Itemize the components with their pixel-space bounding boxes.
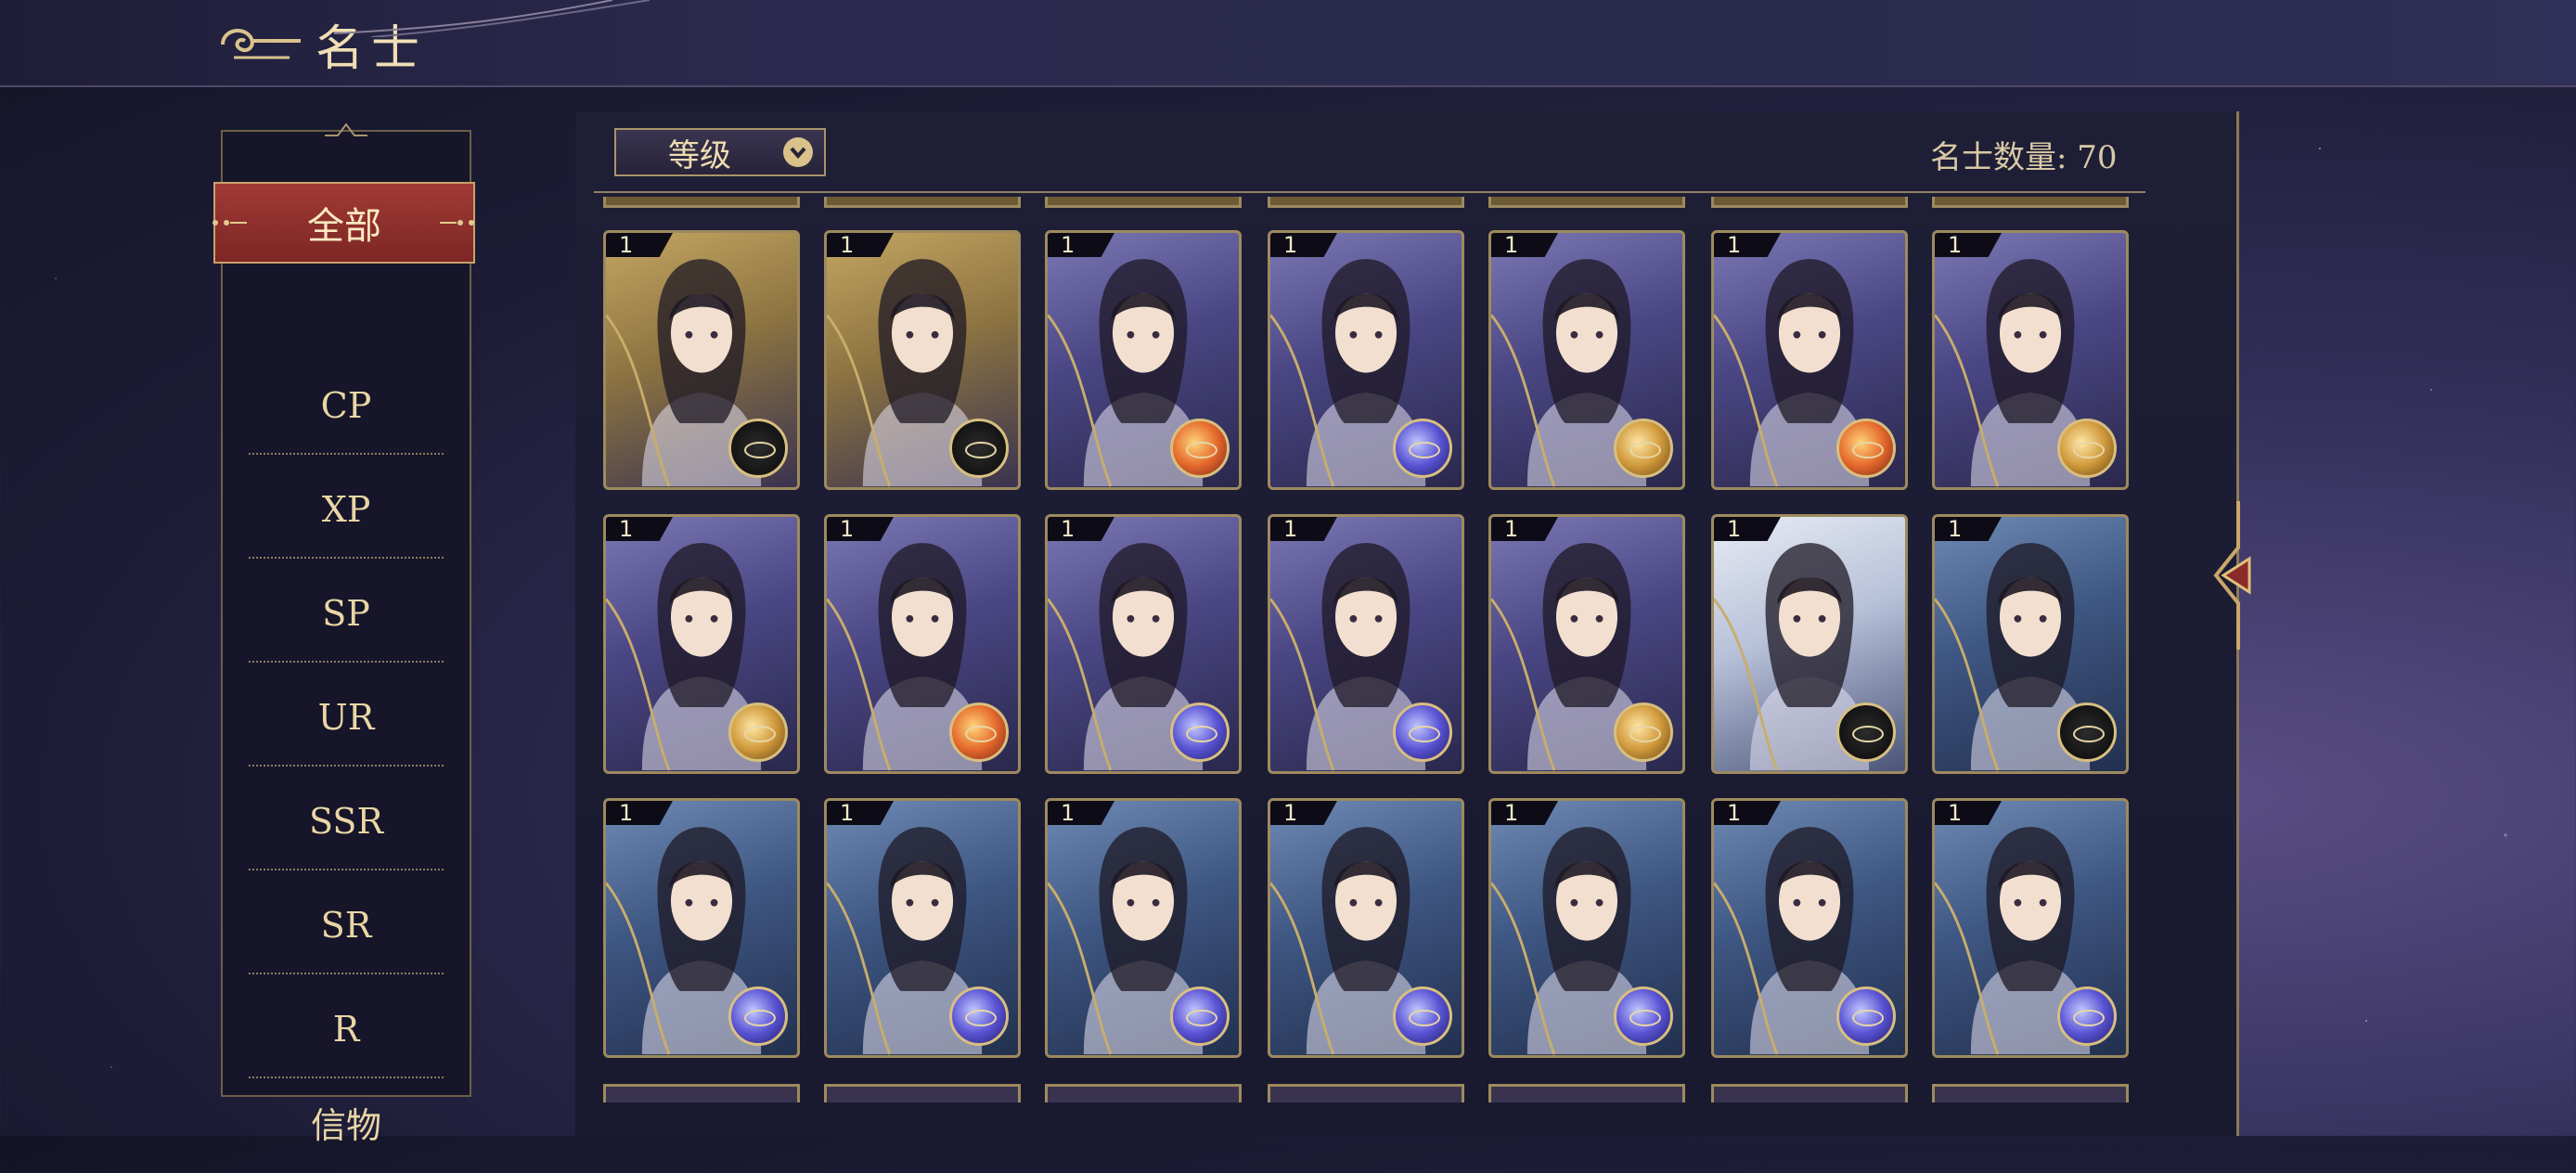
faction-emblem-icon (1614, 703, 1673, 762)
category-sidebar: CP XP SP UR SSR SR R 信物 (221, 130, 471, 1146)
faction-emblem-icon (1393, 419, 1452, 478)
card-peek-top (1045, 197, 1242, 208)
character-card[interactable]: 1 (1268, 514, 1464, 774)
character-card[interactable]: 1 (603, 230, 800, 490)
category-ssr[interactable]: SSR (223, 770, 470, 872)
chevron-down-icon (783, 137, 813, 167)
faction-emblem-icon (1836, 703, 1896, 762)
character-count: 名士数量: 70 (1930, 139, 2118, 176)
category-ur[interactable]: UR (223, 666, 470, 768)
card-peek-bottom (1268, 1084, 1464, 1102)
character-card[interactable]: 1 (824, 230, 1021, 490)
character-card[interactable]: 1 (1268, 798, 1464, 1058)
faction-emblem-icon (1393, 986, 1452, 1046)
character-card[interactable]: 1 (824, 798, 1021, 1058)
character-card[interactable]: 1 (1932, 230, 2129, 490)
faction-emblem-icon (1836, 419, 1896, 478)
card-peek-bottom (1488, 1084, 1685, 1102)
card-peek-bottom (1932, 1084, 2129, 1102)
character-card[interactable]: 1 (1711, 514, 1908, 774)
category-cp[interactable]: CP (223, 354, 470, 457)
character-card[interactable]: 1 (603, 514, 800, 774)
faction-emblem-icon (2057, 986, 2117, 1046)
character-card[interactable]: 1 (1488, 798, 1685, 1058)
faction-emblem-icon (949, 986, 1009, 1046)
character-card[interactable]: 1 (1488, 230, 1685, 490)
character-card[interactable]: 1 (1268, 230, 1464, 490)
character-card[interactable]: 1 (1932, 798, 2129, 1058)
card-peek-top (1268, 197, 1464, 208)
faction-emblem-icon (949, 419, 1009, 478)
sort-dropdown[interactable]: 等级 (614, 128, 826, 176)
faction-emblem-icon (1170, 703, 1230, 762)
faction-emblem-icon (1170, 986, 1230, 1046)
header-ornament (334, 0, 650, 37)
faction-emblem-icon (1836, 986, 1896, 1046)
card-peek-bottom (1045, 1084, 1242, 1102)
character-card[interactable]: 1 (1488, 514, 1685, 774)
character-card[interactable]: 1 (1045, 514, 1242, 774)
collapse-arrow-icon[interactable] (2210, 501, 2259, 650)
character-card[interactable]: 1 (824, 514, 1021, 774)
faction-emblem-icon (728, 986, 788, 1046)
header-bar: 名士 (0, 0, 2576, 87)
card-peek-bottom (824, 1084, 1021, 1102)
faction-emblem-icon (949, 703, 1009, 762)
category-token[interactable]: 信物 (223, 1071, 470, 1173)
card-peek-top (1488, 197, 1685, 208)
character-card[interactable]: 1 (1932, 514, 2129, 774)
card-peek-top (1932, 197, 2129, 208)
category-sr[interactable]: SR (223, 874, 470, 976)
card-peek-bottom (1711, 1084, 1908, 1102)
faction-emblem-icon (1170, 419, 1230, 478)
category-r[interactable]: R (223, 978, 470, 1080)
character-card[interactable]: 1 (603, 798, 800, 1058)
category-all[interactable]: 全部 (213, 182, 475, 264)
sort-label: 等级 (668, 136, 731, 174)
dot-ornament-left (213, 220, 247, 226)
card-peek-top (603, 197, 800, 208)
character-card[interactable]: 1 (1045, 230, 1242, 490)
card-peek-top (824, 197, 1021, 208)
dot-ornament-right (440, 220, 474, 226)
card-peek-bottom (603, 1084, 800, 1102)
sidebar-notch-ornament (325, 122, 367, 136)
faction-emblem-icon (1393, 703, 1452, 762)
character-card[interactable]: 1 (1711, 230, 1908, 490)
character-card[interactable]: 1 (1045, 798, 1242, 1058)
cloud-swirl-icon (221, 29, 301, 59)
faction-emblem-icon (728, 703, 788, 762)
faction-emblem-icon (2057, 703, 2117, 762)
character-card[interactable]: 1 (1711, 798, 1908, 1058)
category-sp[interactable]: SP (223, 562, 470, 664)
faction-emblem-icon (1614, 419, 1673, 478)
card-peek-top (1711, 197, 1908, 208)
toolbar-divider (594, 191, 2145, 193)
faction-emblem-icon (728, 419, 788, 478)
faction-emblem-icon (1614, 986, 1673, 1046)
category-xp[interactable]: XP (223, 458, 470, 561)
faction-emblem-icon (2057, 419, 2117, 478)
